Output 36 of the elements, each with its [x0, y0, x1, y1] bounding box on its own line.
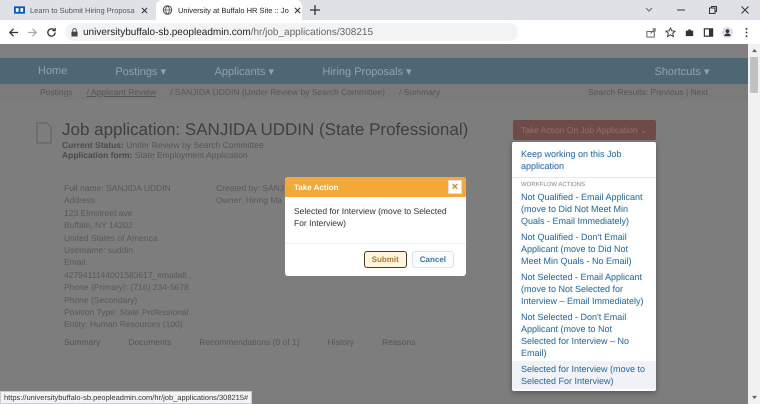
scrollbar[interactable] [748, 44, 760, 404]
new-tab-icon[interactable] [310, 5, 320, 15]
scroll-up-icon[interactable] [750, 48, 758, 53]
menu-item[interactable]: Keep working on this Job application [512, 146, 656, 178]
site-logo-icon [14, 5, 25, 15]
globe-icon [162, 5, 173, 15]
profile-icon[interactable] [722, 26, 733, 38]
menu-item[interactable]: Not Selected - Don't Email Applicant (move to Not Selected for Interview – No Email) [512, 309, 656, 361]
share-icon[interactable] [646, 26, 657, 38]
close-icon[interactable] [740, 5, 750, 15]
nav-link[interactable]: Postings ▾ [115, 64, 167, 78]
close-button[interactable]: × [448, 180, 462, 194]
nav-link[interactable]: Home [38, 65, 68, 77]
menu-item[interactable]: Selected for Interview (move to Selected For Interview) [512, 361, 656, 389]
address-field[interactable]: universitybuffalo-sb.peopleadmin.com/hr/job_applications/308215 [65, 23, 518, 41]
menu-item[interactable]: Not Qualified - Email Applicant (move to Did Not Meet Min Quals - Email Immediately) [512, 189, 656, 229]
menu-item[interactable]: Not Qualified - Don't Email Applicant (move to Did Not Meet Min Quals - No Email) [512, 229, 656, 269]
lock-icon [71, 28, 78, 36]
close-icon[interactable] [141, 6, 148, 14]
scrollbar-thumb[interactable] [750, 57, 758, 93]
dialog-title: Take Action [294, 182, 338, 192]
page-title: Job application: SANJIDA UDDIN (State Professional) [62, 120, 468, 140]
nav-link[interactable]: Applicants ▾ [214, 64, 274, 78]
scroll-down-icon[interactable] [750, 395, 758, 400]
dialog-message: Selected for Interview (move to Selected For Interview) [293, 205, 448, 230]
restore-icon[interactable] [708, 5, 718, 15]
back-arrow-icon[interactable] [8, 26, 19, 38]
nav-link[interactable]: Hiring Proposals ▾ [322, 64, 412, 78]
side-panel-icon[interactable] [703, 26, 714, 38]
nav-link[interactable]: Shortcuts ▾ [654, 64, 710, 78]
submit-button[interactable]: Submit [364, 251, 407, 268]
close-icon[interactable] [294, 6, 301, 14]
cancel-button[interactable]: Cancel [412, 251, 454, 268]
menu-item[interactable]: Not Selected - Email Applicant (move to Not Selected for Interview – Email Immediately) [512, 269, 656, 309]
reload-icon[interactable] [46, 26, 57, 38]
star-icon[interactable] [665, 26, 676, 38]
